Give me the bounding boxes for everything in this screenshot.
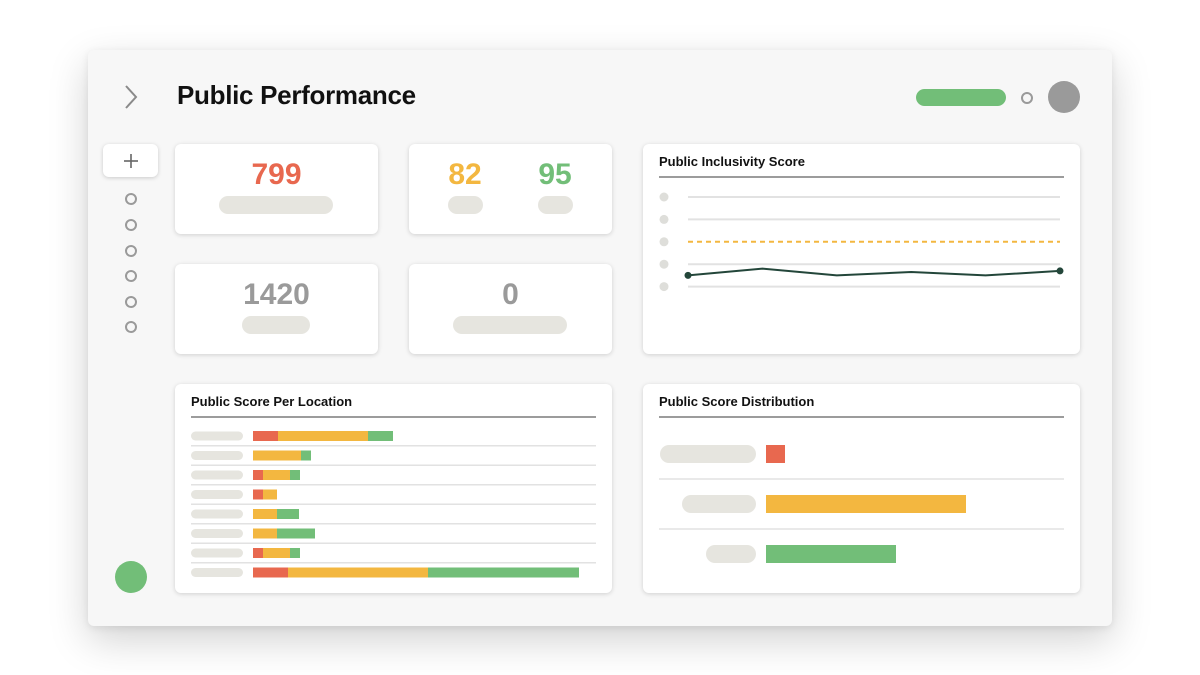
kpi-label-placeholder <box>242 316 310 334</box>
location-card: Public Score Per Location <box>175 384 612 593</box>
kpi-label-placeholder <box>538 196 573 214</box>
bar-segment <box>253 431 278 441</box>
bar-segment <box>428 567 579 578</box>
y-axis-tick-dot <box>659 282 669 292</box>
bar-segment <box>253 470 263 480</box>
bar-segment <box>368 431 393 441</box>
distribution-bar <box>766 495 966 513</box>
series-endpoint <box>1056 267 1064 275</box>
bar-segment <box>290 548 300 558</box>
kpi-card-zero: 0 <box>409 264 612 354</box>
inclusivity-line-chart <box>659 192 1064 292</box>
status-circle-button[interactable] <box>115 561 147 593</box>
kpi-count-value: 1420 <box>243 278 310 311</box>
bar-segment <box>253 489 263 500</box>
series-endpoint <box>684 271 692 279</box>
row-label-placeholder <box>191 451 243 460</box>
inclusivity-card: Public Inclusivity Score <box>643 144 1080 354</box>
category-label-placeholder <box>682 495 756 513</box>
location-bar-chart <box>191 431 596 578</box>
chevron-right-icon[interactable] <box>120 84 142 110</box>
bar-segment <box>277 509 299 519</box>
bar-segment <box>288 567 428 578</box>
page-title: Public Performance <box>177 80 416 110</box>
kpi-label-placeholder <box>453 316 567 334</box>
distribution-card: Public Score Distribution <box>643 384 1080 593</box>
kpi-card-total: 799 <box>175 144 378 234</box>
bar-segment <box>290 470 300 480</box>
title-divider <box>659 176 1064 178</box>
kpi-label-placeholder <box>448 196 483 214</box>
row-label-placeholder <box>191 529 243 538</box>
plus-icon <box>123 153 138 168</box>
bar-segment <box>278 431 368 441</box>
y-axis-tick-dot <box>659 237 669 247</box>
kpi-score-b-value: 95 <box>538 158 572 191</box>
bar-segment <box>253 548 263 558</box>
notification-indicator-icon[interactable] <box>1021 92 1033 104</box>
category-label-placeholder <box>706 545 756 563</box>
sidebar-item[interactable] <box>125 296 137 308</box>
bar-segment <box>263 489 277 500</box>
kpi-score-a-value: 82 <box>448 158 482 191</box>
row-label-placeholder <box>191 470 243 480</box>
avatar[interactable] <box>1048 81 1080 113</box>
title-divider <box>191 416 596 418</box>
sidebar-item[interactable] <box>125 193 137 205</box>
kpi-label-placeholder <box>219 196 333 214</box>
y-axis-tick-dot <box>659 214 669 224</box>
kpi-zero-value: 0 <box>502 278 519 311</box>
sidebar-item[interactable] <box>125 321 137 333</box>
bar-segment <box>301 450 311 461</box>
distribution-chart-title: Public Score Distribution <box>659 394 815 409</box>
sidebar-item[interactable] <box>125 245 137 257</box>
bar-segment <box>263 548 290 558</box>
sidebar-item[interactable] <box>125 219 137 231</box>
bar-segment <box>253 567 288 578</box>
row-label-placeholder <box>191 509 243 519</box>
title-divider <box>659 416 1064 418</box>
inclusivity-chart-title: Public Inclusivity Score <box>659 154 805 169</box>
status-pill[interactable] <box>916 89 1006 106</box>
distribution-bar <box>766 445 785 463</box>
kpi-card-count: 1420 <box>175 264 378 354</box>
bar-segment <box>253 528 277 539</box>
y-axis-tick-dot <box>659 192 669 202</box>
sidebar-item[interactable] <box>125 270 137 282</box>
bar-segment <box>263 470 290 480</box>
category-label-placeholder <box>660 445 756 463</box>
y-axis-tick-dot <box>659 259 669 269</box>
bar-segment <box>253 450 301 461</box>
add-button[interactable] <box>103 144 158 177</box>
kpi-total-value: 799 <box>251 158 302 191</box>
bar-segment <box>277 528 315 539</box>
bar-segment <box>253 509 277 519</box>
location-chart-title: Public Score Per Location <box>191 394 353 409</box>
row-label-placeholder <box>191 431 243 441</box>
series-line <box>687 267 1061 277</box>
row-label-placeholder <box>191 490 243 499</box>
row-label-placeholder <box>191 568 243 577</box>
distribution-bar <box>766 545 896 563</box>
row-label-placeholder <box>191 548 243 558</box>
distribution-bar-chart <box>659 445 1064 563</box>
kpi-card-scores: 82 95 <box>409 144 612 234</box>
